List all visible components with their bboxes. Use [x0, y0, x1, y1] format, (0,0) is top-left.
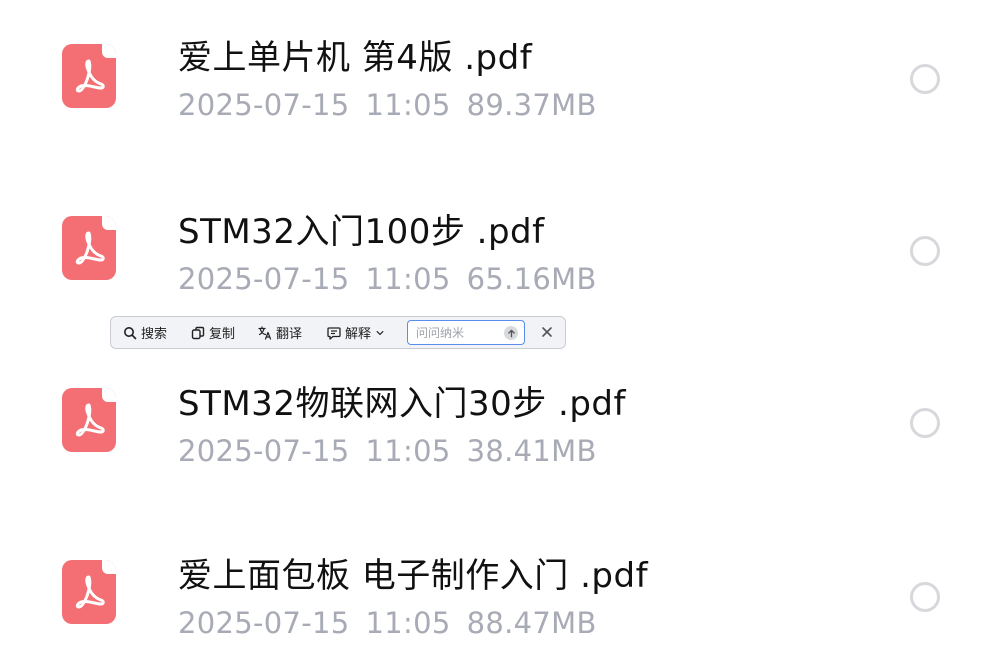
- file-size: 65.16MB: [466, 262, 597, 296]
- pdf-icon: [62, 560, 116, 624]
- arrow-up-icon: [507, 329, 515, 337]
- file-time: 11:05: [365, 606, 451, 640]
- send-button[interactable]: [504, 326, 518, 340]
- copy-button[interactable]: 复制: [191, 317, 235, 348]
- ask-input-box: [407, 320, 525, 345]
- file-name: STM32入门100步 .pdf: [178, 212, 545, 252]
- close-button[interactable]: [539, 324, 555, 340]
- ask-input[interactable]: [416, 324, 496, 341]
- file-name: 爱上单片机 第4版 .pdf: [178, 38, 533, 78]
- file-date: 2025-07-15: [178, 88, 350, 122]
- select-radio[interactable]: [910, 408, 940, 438]
- explain-button[interactable]: 解释: [327, 317, 389, 348]
- file-size: 89.37MB: [466, 88, 597, 122]
- file-item[interactable]: 爱上面包板 电子制作入门 .pdf 2025-07-15 11:05 88.47MB: [0, 516, 994, 666]
- explain-label: 解释: [345, 327, 372, 342]
- pdf-icon: [62, 388, 116, 452]
- file-list: 爱上单片机 第4版 .pdf 2025-07-15 11:05 89.37MB ST…: [0, 0, 994, 671]
- search-button[interactable]: 搜索: [123, 317, 167, 348]
- copy-label: 复制: [209, 327, 236, 342]
- chevron-down-icon: [376, 330, 384, 335]
- select-radio[interactable]: [910, 582, 940, 612]
- file-item[interactable]: 爱上单片机 第4版 .pdf 2025-07-15 11:05 89.37MB: [0, 0, 994, 150]
- file-name: 爱上面包板 电子制作入门 .pdf: [178, 556, 649, 596]
- close-icon: [542, 327, 552, 337]
- file-date: 2025-07-15: [178, 262, 350, 296]
- select-radio[interactable]: [910, 236, 940, 266]
- search-label: 搜索: [141, 327, 168, 342]
- select-radio[interactable]: [910, 64, 940, 94]
- pdf-icon: [62, 216, 116, 280]
- pdf-icon: [62, 44, 116, 108]
- search-icon: [124, 326, 137, 339]
- file-time: 11:05: [365, 262, 451, 296]
- translate-label: 翻译: [276, 327, 303, 342]
- translate-button[interactable]: 翻译: [258, 317, 302, 348]
- file-size: 88.47MB: [466, 606, 597, 640]
- file-date: 2025-07-15: [178, 606, 350, 640]
- file-meta: 2025-07-15 11:05 38.41MB: [178, 434, 613, 468]
- file-time: 11:05: [365, 434, 451, 468]
- file-time: 11:05: [365, 88, 451, 122]
- file-meta: 2025-07-15 11:05 65.16MB: [178, 262, 613, 296]
- translate-icon: [258, 325, 272, 340]
- file-meta: 2025-07-15 11:05 88.47MB: [178, 606, 613, 640]
- comment-icon: [327, 326, 341, 340]
- copy-icon: [191, 326, 205, 339]
- file-item[interactable]: STM32入门100步 .pdf 2025-07-15 11:05 65.16MB: [0, 172, 994, 322]
- selection-toolbar: 搜索 复制 翻译 解释: [110, 316, 566, 349]
- file-name: STM32物联网入门30步 .pdf: [178, 384, 626, 424]
- file-item[interactable]: STM32物联网入门30步 .pdf 2025-07-15 11:05 38.41M…: [0, 344, 994, 494]
- file-date: 2025-07-15: [178, 434, 350, 468]
- file-meta: 2025-07-15 11:05 89.37MB: [178, 88, 613, 122]
- file-size: 38.41MB: [466, 434, 597, 468]
